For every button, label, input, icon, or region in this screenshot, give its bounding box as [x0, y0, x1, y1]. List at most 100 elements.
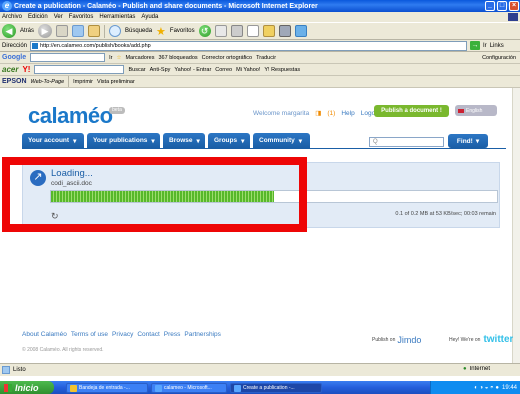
maximize-button[interactable]: □ [497, 1, 507, 11]
yahoo-search-button[interactable]: Buscar [128, 67, 145, 73]
site-search-input[interactable]: Q [369, 137, 444, 147]
antispy-button[interactable]: Anti-Spy [150, 67, 171, 73]
start-label: Inicio [15, 382, 39, 393]
edit-icon[interactable] [246, 25, 259, 37]
acer-brand: acer [2, 65, 19, 74]
status-text: Listo [13, 367, 26, 373]
go-arrow-icon[interactable]: → [470, 41, 481, 50]
task-label: Bandeja de entrada -... [79, 385, 130, 391]
address-input[interactable]: http://en.calameo.com/publish/books/add.… [30, 40, 468, 51]
history-icon[interactable]: ↺ [198, 25, 211, 37]
menu-archivo[interactable]: Archivo [2, 14, 22, 20]
language-label: English [466, 107, 483, 114]
window-title: Create a publication - Calaméo - Publish… [14, 2, 318, 10]
tab-your-account[interactable]: Your account ▾ [22, 133, 84, 148]
epson-print-button[interactable]: Imprimir [73, 79, 93, 85]
web-to-page-label: Web-To-Page [30, 78, 65, 85]
chevron-down-icon: ▾ [151, 137, 155, 145]
nav-toolbar: ◀ Atrás ▶ Búsqueda ★ Favoritos ↺ [0, 22, 520, 40]
epson-preview-button[interactable]: Vista preliminar [97, 79, 135, 85]
footer-link-about[interactable]: About Calaméo [22, 331, 67, 338]
language-selector[interactable]: English [455, 105, 497, 116]
yahoo-mail-button[interactable]: Correo [215, 67, 232, 73]
favorites-label[interactable]: Favoritos [170, 28, 195, 34]
search-label[interactable]: Búsqueda [125, 28, 152, 34]
links-label[interactable]: Links [490, 43, 504, 49]
footer-link-press[interactable]: Press [164, 331, 181, 338]
menu-herramientas[interactable]: Herramientas [99, 14, 135, 20]
popup-blocked-button[interactable]: 367 bloqueados [158, 55, 197, 61]
yahoo-signin-button[interactable]: Yahoo! - Entrar [174, 67, 211, 73]
start-button[interactable]: Inicio [0, 381, 54, 394]
address-label: Dirección [2, 42, 28, 49]
messenger-icon[interactable] [294, 25, 307, 37]
menu-favoritos[interactable]: Favoritos [69, 14, 94, 20]
back-arrow-icon[interactable]: ◀ [2, 24, 16, 38]
find-button[interactable]: Find! ▾ [448, 134, 488, 148]
outlook-icon [70, 384, 77, 392]
rss-icon[interactable]: ◨ [315, 109, 321, 117]
google-go-button[interactable]: Ir [109, 55, 112, 61]
publish-document-button[interactable]: Publish a document ! [374, 105, 449, 117]
translate-button[interactable]: Traducir [256, 55, 276, 61]
home-icon[interactable] [88, 25, 101, 37]
tab-groups[interactable]: Groups ▾ [208, 133, 250, 148]
nav-underline [22, 148, 506, 149]
task-create-publication[interactable]: Create a publication -... [230, 383, 322, 393]
folder-icon[interactable] [262, 25, 275, 37]
twitter-hey-label: Hey! We're on [449, 336, 481, 343]
back-label[interactable]: Atrás [20, 28, 34, 34]
vertical-scrollbar[interactable] [512, 88, 520, 363]
toolbar-divider [68, 76, 70, 87]
go-label[interactable]: Ir [483, 43, 487, 49]
task-calameo[interactable]: calameo - Microsoft... [151, 383, 227, 393]
close-button[interactable]: × [509, 1, 519, 11]
spellcheck-button[interactable]: Corrector ortográfico [202, 55, 252, 61]
tab-label: Your account [28, 137, 70, 144]
publish-on-jimdo[interactable]: Publish on Jimdo [372, 335, 421, 345]
refresh-icon[interactable] [72, 25, 85, 37]
yahoo-search-input[interactable] [34, 65, 125, 74]
stop-icon[interactable] [56, 25, 69, 37]
footer-links: About Calaméo Terms of use Privacy Conta… [22, 331, 221, 338]
yahoo-answers-button[interactable]: Y! Respuestas [264, 67, 300, 73]
ie-logo-icon: e [2, 1, 12, 11]
tab-community[interactable]: Community ▾ [253, 133, 310, 148]
task-inbox[interactable]: Bandeja de entrada -... [66, 383, 148, 393]
minimize-button[interactable]: _ [485, 1, 495, 11]
footer-link-contact[interactable]: Contact [137, 331, 159, 338]
task-label: Create a publication -... [243, 385, 295, 391]
bookmarks-button[interactable]: Marcadores [125, 55, 154, 61]
mail-icon[interactable] [214, 25, 227, 37]
tab-label: Community [259, 137, 295, 144]
menu-edicion[interactable]: Edición [28, 14, 48, 20]
tab-browse[interactable]: Browse ▾ [163, 133, 205, 148]
my-yahoo-button[interactable]: Mi Yahoo! [236, 67, 260, 73]
tab-your-publications[interactable]: Your publications ▾ [87, 133, 160, 148]
menu-ver[interactable]: Ver [54, 14, 63, 20]
highlight-box [2, 157, 307, 232]
research-icon[interactable] [278, 25, 291, 37]
copyright-text: © 2008 Calaméo. All rights reserved. [22, 347, 104, 353]
menu-ayuda[interactable]: Ayuda [141, 14, 158, 20]
twitter-badge[interactable]: Hey! We're on twitter [449, 334, 513, 345]
print-icon[interactable] [230, 25, 243, 37]
search-icon[interactable] [109, 25, 122, 37]
forward-arrow-icon[interactable]: ▶ [38, 24, 53, 38]
task-label: calameo - Microsoft... [164, 385, 212, 391]
footer-link-terms[interactable]: Terms of use [71, 331, 108, 338]
footer-link-partnerships[interactable]: Partnerships [184, 331, 221, 338]
rss-count[interactable]: (1) [327, 110, 335, 117]
tab-label: Your publications [93, 137, 148, 144]
clock: 19:44 [501, 384, 517, 391]
favorites-star-icon[interactable]: ★ [156, 25, 166, 38]
help-link[interactable]: Help [341, 110, 354, 117]
epson-toolbar: EPSON Web-To-Page Imprimir Vista prelimi… [0, 76, 520, 88]
tray-icons[interactable]: ◐ ◑ ◒ ◓ ● [474, 385, 499, 391]
google-search-input[interactable] [30, 53, 106, 62]
calameo-logo[interactable]: calaméo [28, 103, 113, 129]
google-toolbar: Google Ir ☆ Marcadores 367 bloqueados Co… [0, 52, 520, 64]
google-settings-button[interactable]: Configuración [482, 55, 520, 61]
footer-link-privacy[interactable]: Privacy [112, 331, 133, 338]
page-icon [2, 366, 10, 374]
